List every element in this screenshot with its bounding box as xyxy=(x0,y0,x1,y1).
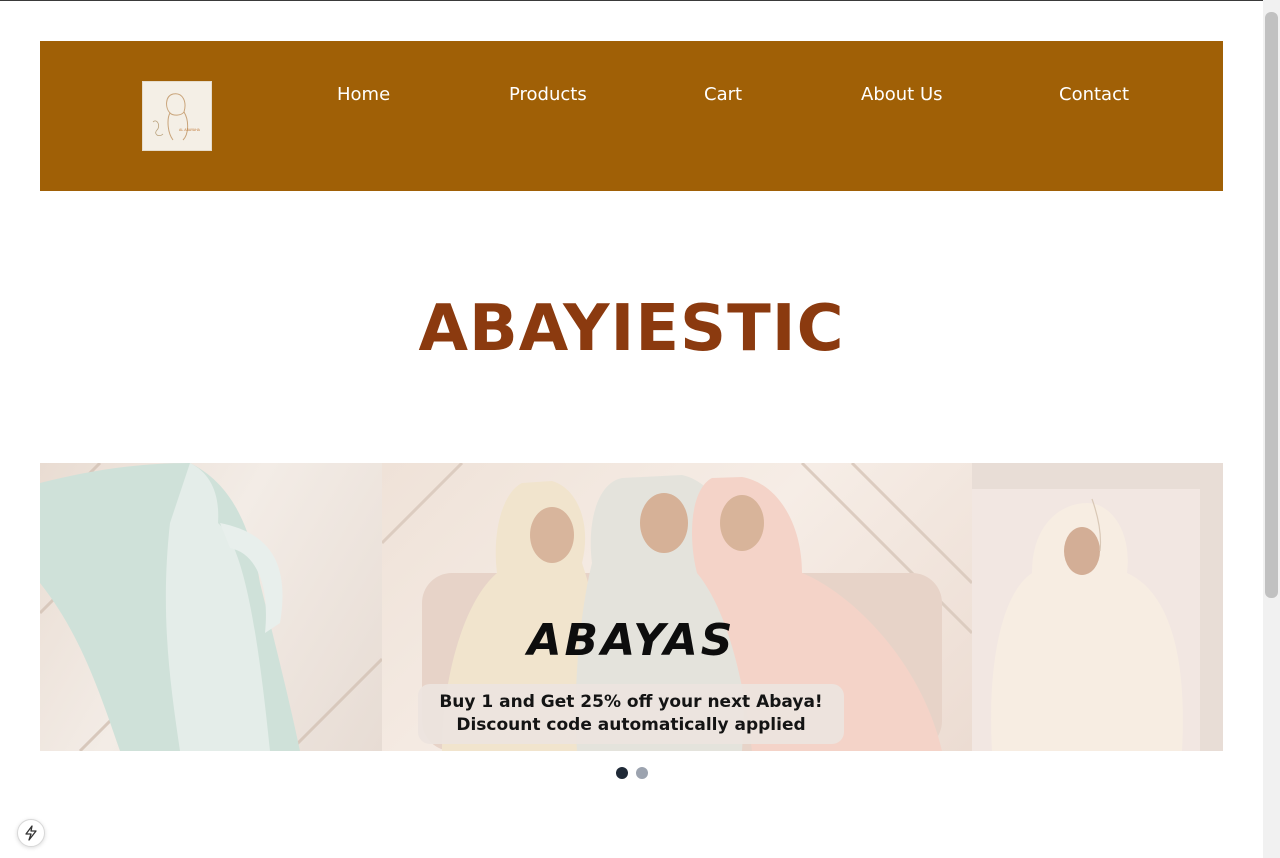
bolt-icon xyxy=(25,825,37,841)
logo-image: AL ABAYAHA xyxy=(152,93,201,141)
vertical-scrollbar[interactable] xyxy=(1263,0,1280,858)
promo-line-1: Buy 1 and Get 25% off your next Abaya! xyxy=(439,692,823,712)
window-top-border xyxy=(0,0,1280,1)
nav-about-link[interactable]: About Us xyxy=(861,84,943,105)
nav-products-link[interactable]: Products xyxy=(509,84,587,105)
logo[interactable]: AL ABAYAHA xyxy=(142,81,212,151)
scrollbar-thumb[interactable] xyxy=(1265,12,1278,598)
floating-action-button[interactable] xyxy=(17,819,45,847)
hero-banner[interactable]: ABAYAS Buy 1 and Get 25% off your next A… xyxy=(40,463,1223,751)
logo-text: AL ABAYAHA xyxy=(179,128,201,132)
nav-cart-link[interactable]: Cart xyxy=(704,84,742,105)
carousel-dot-2[interactable] xyxy=(636,767,648,779)
model-image-right xyxy=(972,489,1200,751)
carousel-dot-1[interactable] xyxy=(616,767,628,779)
promo-box: Buy 1 and Get 25% off your next Abaya! D… xyxy=(418,684,844,744)
banner-panel-left xyxy=(40,463,384,751)
banner-panel-right xyxy=(972,463,1223,751)
banner-heading: ABAYAS xyxy=(527,615,736,666)
nav-contact-link[interactable]: Contact xyxy=(1059,84,1129,105)
model-image-left xyxy=(40,463,384,751)
promo-line-2: Discount code automatically applied xyxy=(456,715,806,735)
navbar: AL ABAYAHA Home Products Cart About Us C… xyxy=(40,41,1223,191)
brand-title: ABAYIESTIC xyxy=(418,292,845,366)
nav-home-link[interactable]: Home xyxy=(337,84,390,105)
